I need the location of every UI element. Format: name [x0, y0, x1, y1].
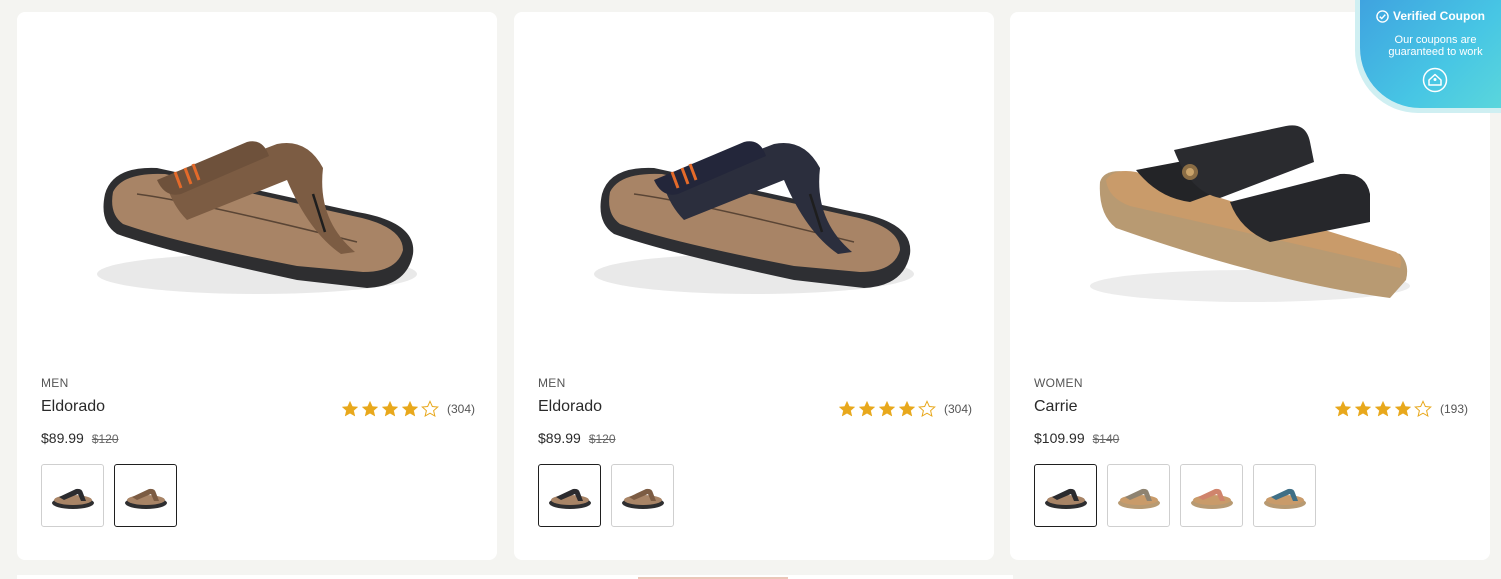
color-swatch-teal[interactable] — [1253, 464, 1316, 527]
coupon-subtitle-line: Our coupons are — [1394, 34, 1477, 46]
product-category: WOMEN — [1034, 376, 1083, 390]
star-rating — [341, 400, 441, 418]
product-category: MEN — [538, 376, 566, 390]
sandal-thumbnail-icon — [1044, 488, 1087, 509]
star-filled-icon — [1334, 400, 1352, 418]
star-filled-icon — [1374, 400, 1392, 418]
verified-coupon-badge[interactable]: Verified Coupon Our coupons are guarante… — [1360, 0, 1501, 108]
price-row: $109.99 $140 — [1034, 430, 1119, 446]
compare-price: $120 — [588, 432, 616, 446]
review-count[interactable]: (304) — [447, 402, 475, 416]
coupon-title: Verified Coupon — [1392, 9, 1485, 23]
star-filled-icon — [381, 400, 399, 418]
product-category: MEN — [41, 376, 69, 390]
check-circle-icon — [1376, 9, 1389, 23]
color-swatch-black[interactable] — [1034, 464, 1097, 527]
color-swatches — [41, 464, 187, 527]
star-filled-icon — [878, 400, 896, 418]
product-card[interactable]: MEN Eldorado (304) $89.99 $120 — [514, 12, 994, 560]
color-swatch-black[interactable] — [538, 464, 601, 527]
review-count[interactable]: (193) — [1440, 402, 1468, 416]
color-swatch-brown[interactable] — [114, 464, 177, 527]
sandal-thumbnail-icon — [51, 488, 94, 509]
product-rating: (304) — [341, 400, 475, 418]
color-swatch-coral[interactable] — [1180, 464, 1243, 527]
star-rating — [838, 400, 938, 418]
product-rating: (304) — [838, 400, 972, 418]
star-filled-icon — [401, 400, 419, 418]
product-name[interactable]: Carrie — [1034, 398, 1078, 416]
product-image[interactable] — [77, 102, 437, 332]
sale-price: $89.99 — [41, 430, 84, 446]
sale-price: $109.99 — [1034, 430, 1085, 446]
product-name[interactable]: Eldorado — [538, 398, 602, 416]
sandal-thumbnail-icon — [1117, 488, 1160, 509]
color-swatch-taupe[interactable] — [1107, 464, 1170, 527]
sandal-thumbnail-icon — [548, 488, 591, 509]
product-name[interactable]: Eldorado — [41, 398, 105, 416]
color-swatches — [1034, 464, 1326, 527]
star-filled-icon — [341, 400, 359, 418]
star-empty-icon — [1414, 400, 1432, 418]
compare-price: $140 — [1092, 432, 1120, 446]
sandal-thumbnail-icon — [1263, 488, 1306, 509]
product-grid: MEN Eldorado (304) $89.99 $120 MEN Eldor… — [0, 0, 1501, 579]
compare-price: $120 — [91, 432, 119, 446]
color-swatches — [538, 464, 684, 527]
star-empty-icon — [918, 400, 936, 418]
coupon-subtitle-line: guaranteed to work — [1388, 46, 1483, 58]
star-filled-icon — [858, 400, 876, 418]
next-row-card-edge — [17, 575, 1013, 579]
color-swatch-black[interactable] — [41, 464, 104, 527]
product-image[interactable] — [1070, 102, 1430, 332]
product-rating: (193) — [1334, 400, 1468, 418]
star-filled-icon — [361, 400, 379, 418]
sandal-thumbnail-icon — [124, 488, 167, 509]
product-card[interactable]: MEN Eldorado (304) $89.99 $120 — [17, 12, 497, 560]
star-filled-icon — [898, 400, 916, 418]
price-row: $89.99 $120 — [538, 430, 616, 446]
sandal-thumbnail-icon — [621, 488, 664, 509]
star-filled-icon — [1354, 400, 1372, 418]
coupon-tag-icon — [1422, 67, 1448, 93]
sale-price: $89.99 — [538, 430, 581, 446]
star-rating — [1334, 400, 1434, 418]
color-swatch-brown[interactable] — [611, 464, 674, 527]
star-filled-icon — [838, 400, 856, 418]
star-filled-icon — [1394, 400, 1412, 418]
review-count[interactable]: (304) — [944, 402, 972, 416]
product-image[interactable] — [574, 102, 934, 332]
price-row: $89.99 $120 — [41, 430, 119, 446]
coupon-subtitle: Our coupons are guaranteed to work — [1370, 34, 1501, 58]
star-empty-icon — [421, 400, 439, 418]
sandal-thumbnail-icon — [1190, 488, 1233, 509]
coupon-title-row: Verified Coupon — [1360, 9, 1501, 23]
